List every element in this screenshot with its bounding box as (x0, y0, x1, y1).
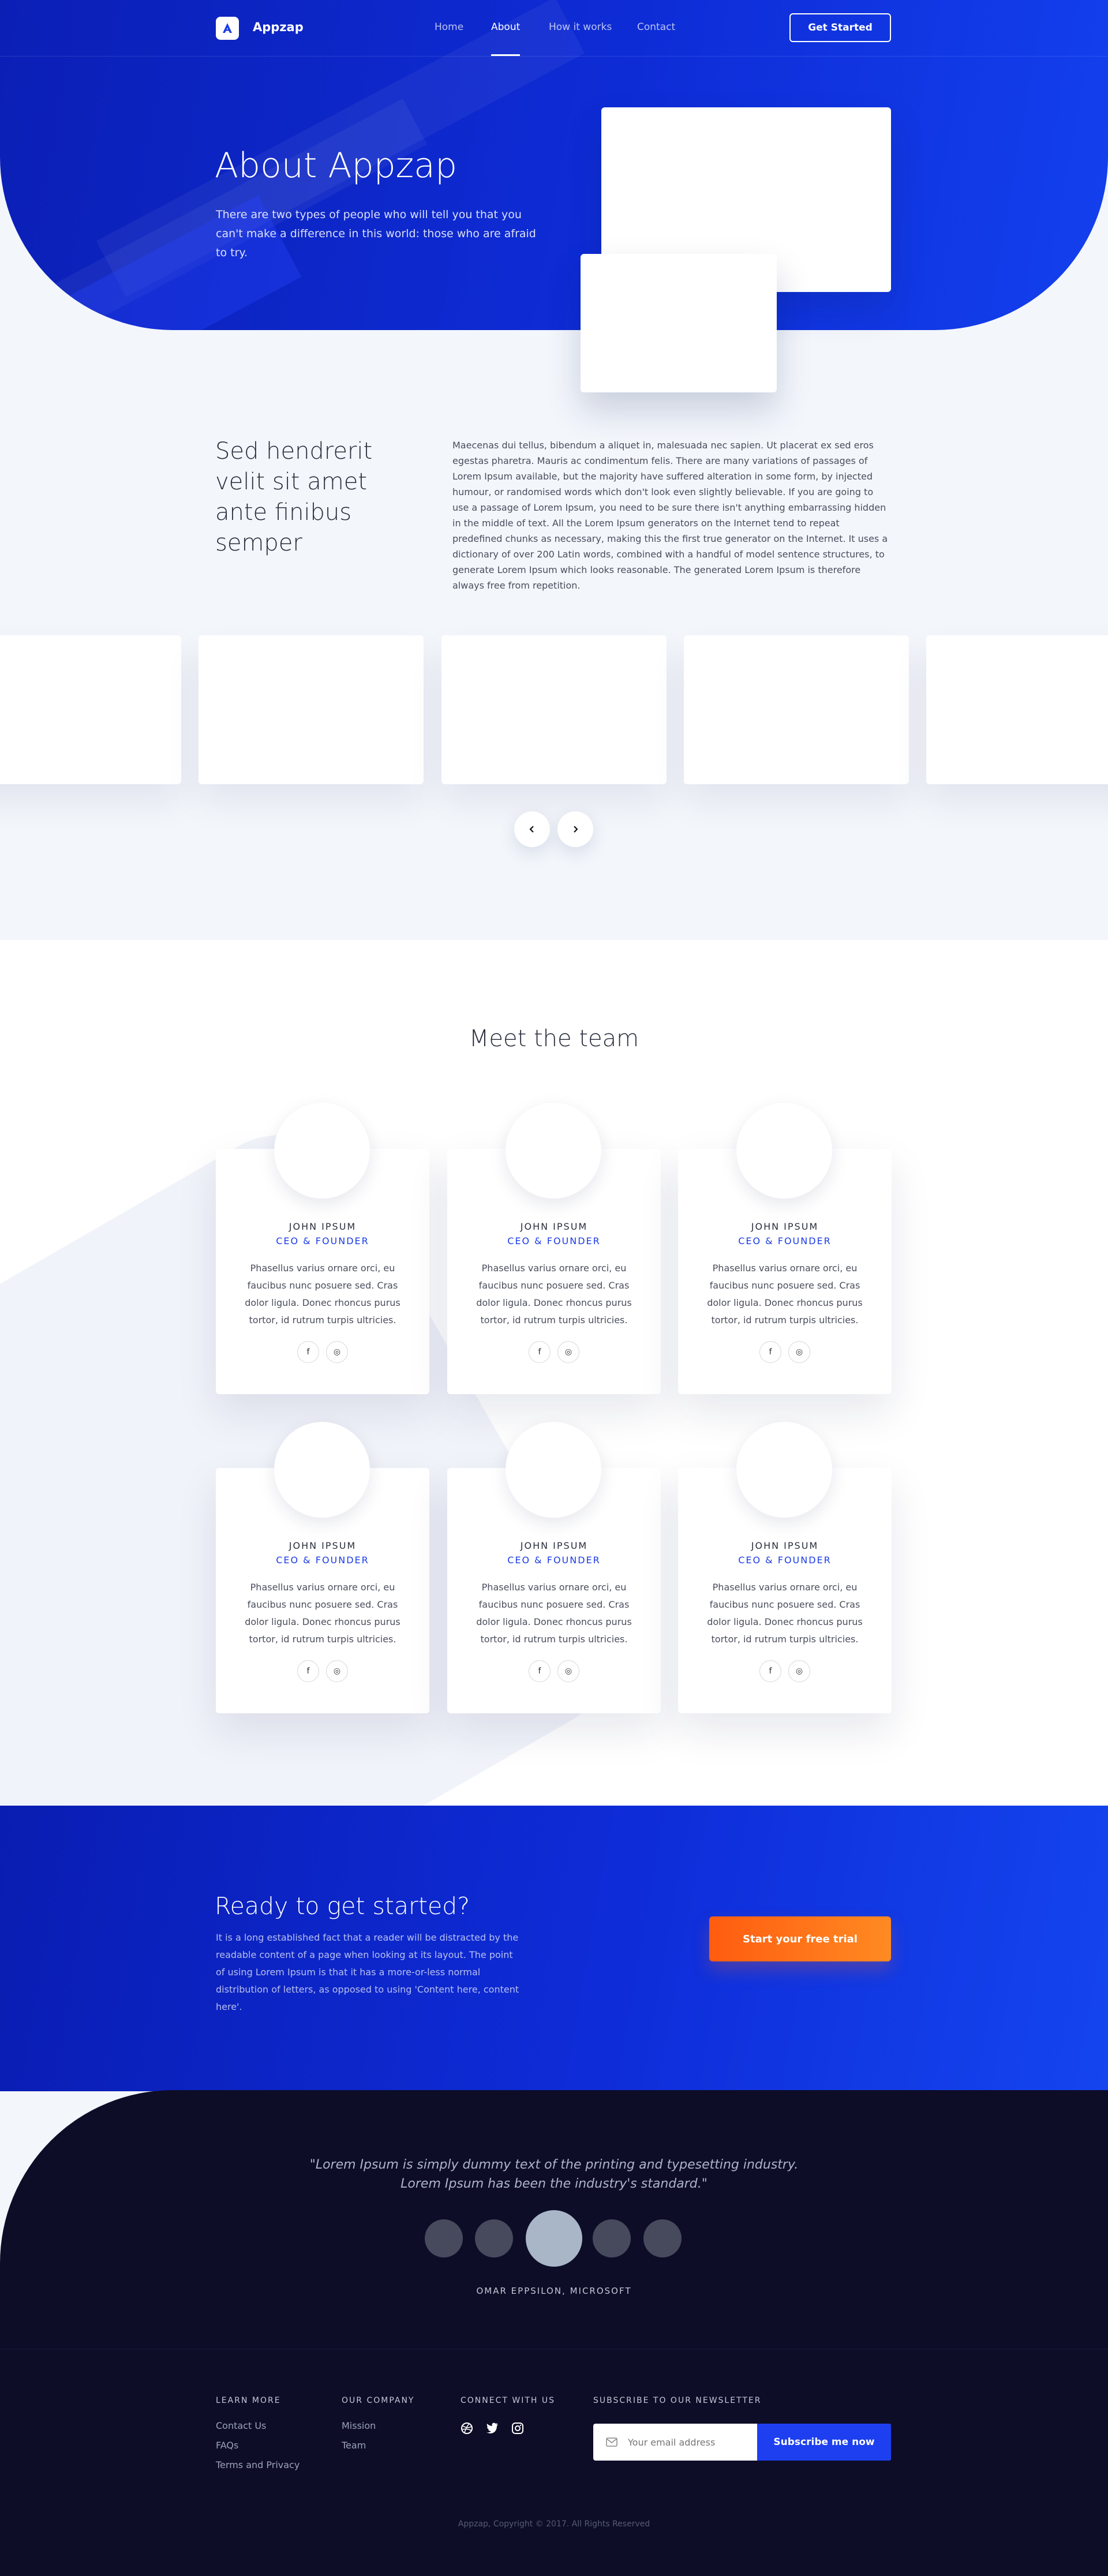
team-member-card: JOHN IPSUM CEO & FOUNDER Phasellus variu… (216, 1422, 429, 1713)
avatar (736, 1103, 832, 1199)
about-heading: Sed hendrerit velit sit amet ante finibu… (215, 438, 373, 556)
testimonial-avatar[interactable] (643, 2219, 682, 2257)
footer-connect-title: CONNECT WITH US (461, 2396, 555, 2405)
instagram-icon[interactable]: ◎ (326, 1660, 348, 1682)
team-title: Meet the team (469, 1025, 639, 1052)
facebook-icon[interactable]: f (297, 1660, 319, 1682)
chevron-left-icon (529, 826, 534, 833)
top-navigation: Appzap Home About How it works Contact G… (0, 0, 1108, 57)
carousel-slide[interactable] (199, 635, 424, 784)
carousel-prev-button[interactable] (514, 811, 550, 847)
facebook-icon[interactable]: f (759, 1341, 781, 1363)
nav-link-contact[interactable]: Contact (637, 21, 675, 33)
instagram-icon[interactable]: ◎ (788, 1341, 810, 1363)
nav-link-home[interactable]: Home (435, 21, 463, 33)
footer-section: "Lorem Ipsum is simply dummy text of the… (0, 2090, 1108, 2576)
carousel-next-button[interactable] (557, 811, 593, 847)
team-member-card: JOHN IPSUM CEO & FOUNDER Phasellus variu… (678, 1103, 892, 1394)
newsletter-email-input[interactable] (611, 2424, 772, 2461)
start-free-trial-button[interactable]: Start your free trial (709, 1916, 891, 1961)
newsletter-form: Subscribe me now (593, 2424, 891, 2461)
carousel-slide[interactable] (926, 635, 1108, 784)
team-member-card: JOHN IPSUM CEO & FOUNDER Phasellus variu… (678, 1422, 892, 1713)
footer-learn-more-title: LEARN MORE (216, 2396, 281, 2405)
instagram-icon[interactable]: ◎ (788, 1660, 810, 1682)
avatar (274, 1422, 370, 1518)
dribbble-icon[interactable] (459, 2420, 475, 2436)
nav-link-about[interactable]: About (491, 21, 520, 33)
member-bio: Phasellus varius ornare orci, eu faucibu… (707, 1263, 863, 1326)
nav-link-how-it-works[interactable]: How it works (549, 21, 612, 33)
member-name: JOHN IPSUM (751, 1540, 819, 1551)
member-name: JOHN IPSUM (520, 1540, 588, 1551)
hero-subtitle: There are two types of people who will t… (216, 208, 536, 259)
team-member-card: JOHN IPSUM CEO & FOUNDER Phasellus variu… (447, 1103, 661, 1394)
avatar (506, 1422, 601, 1518)
hero-image-card-small (581, 254, 777, 392)
instagram-icon[interactable]: ◎ (557, 1341, 579, 1363)
member-name: JOHN IPSUM (289, 1221, 357, 1232)
cta-text: It is a long established fact that a rea… (216, 1932, 519, 2012)
carousel-slide[interactable] (684, 635, 909, 784)
team-member-card: JOHN IPSUM CEO & FOUNDER Phasellus variu… (216, 1103, 429, 1394)
facebook-icon[interactable]: f (759, 1660, 781, 1682)
about-body-text: Maecenas dui tellus, bibendum a aliquet … (452, 440, 888, 591)
instagram-icon[interactable] (510, 2420, 526, 2436)
avatar (274, 1103, 370, 1199)
avatar (506, 1103, 601, 1199)
team-section: Meet the team JOHN IPSUM CEO & FOUNDER P… (0, 940, 1108, 1806)
footer-newsletter-title: SUBSCRIBE TO OUR NEWSLETTER (593, 2396, 762, 2405)
member-role: CEO & FOUNDER (507, 1235, 601, 1246)
member-name: JOHN IPSUM (289, 1540, 357, 1551)
member-bio: Phasellus varius ornare orci, eu faucibu… (245, 1582, 400, 1645)
hero-section: Appzap Home About How it works Contact G… (0, 0, 1108, 330)
member-name: JOHN IPSUM (751, 1221, 819, 1232)
facebook-icon[interactable]: f (529, 1660, 551, 1682)
chevron-right-icon (574, 826, 578, 833)
member-bio: Phasellus varius ornare orci, eu faucibu… (476, 1582, 632, 1645)
member-bio: Phasellus varius ornare orci, eu faucibu… (476, 1263, 632, 1326)
facebook-icon[interactable]: f (529, 1341, 551, 1363)
member-role: CEO & FOUNDER (276, 1555, 369, 1566)
testimonial-quote: "Lorem Ipsum is simply dummy text of the… (309, 2158, 799, 2191)
footer-link-terms[interactable]: Terms and Privacy (216, 2459, 300, 2470)
footer-link-mission[interactable]: Mission (342, 2420, 376, 2431)
active-nav-indicator (491, 54, 520, 56)
page-title: About Appzap (215, 145, 458, 186)
facebook-icon[interactable]: f (297, 1341, 319, 1363)
brand-logo[interactable] (216, 17, 239, 40)
cta-title: Ready to get started? (215, 1892, 470, 1920)
logo-icon (223, 23, 232, 33)
member-name: JOHN IPSUM (520, 1221, 588, 1232)
carousel-slide[interactable] (441, 635, 667, 784)
testimonial-avatar-active[interactable] (526, 2210, 582, 2267)
footer-company-title: OUR COMPANY (342, 2396, 415, 2405)
member-role: CEO & FOUNDER (276, 1235, 369, 1246)
testimonial-avatar[interactable] (593, 2219, 631, 2257)
footer-link-faqs[interactable]: FAQs (216, 2440, 238, 2451)
get-started-button[interactable]: Get Started (789, 13, 891, 42)
footer-link-contact-us[interactable]: Contact Us (216, 2420, 266, 2431)
instagram-icon[interactable]: ◎ (326, 1341, 348, 1363)
member-role: CEO & FOUNDER (507, 1555, 601, 1566)
member-bio: Phasellus varius ornare orci, eu faucibu… (707, 1582, 863, 1645)
member-bio: Phasellus varius ornare orci, eu faucibu… (245, 1263, 400, 1326)
avatar (736, 1422, 832, 1518)
member-role: CEO & FOUNDER (738, 1555, 832, 1566)
team-member-card: JOHN IPSUM CEO & FOUNDER Phasellus variu… (447, 1422, 661, 1713)
subscribe-button[interactable]: Subscribe me now (757, 2424, 891, 2461)
member-role: CEO & FOUNDER (738, 1235, 832, 1246)
copyright-text: Appzap, Copyright © 2017. All Rights Res… (458, 2519, 650, 2529)
carousel-slide[interactable] (0, 635, 181, 784)
twitter-icon[interactable] (484, 2420, 500, 2436)
testimonial-avatar[interactable] (425, 2219, 463, 2257)
brand-name[interactable]: Appzap (253, 20, 304, 34)
testimonial-avatar[interactable] (475, 2219, 513, 2257)
testimonial-author: OMAR EPPSILON, MICROSOFT (476, 2286, 632, 2296)
cta-section: Ready to get started? It is a long estab… (0, 1806, 1108, 2091)
instagram-icon[interactable]: ◎ (557, 1660, 579, 1682)
footer-link-team[interactable]: Team (342, 2440, 366, 2451)
